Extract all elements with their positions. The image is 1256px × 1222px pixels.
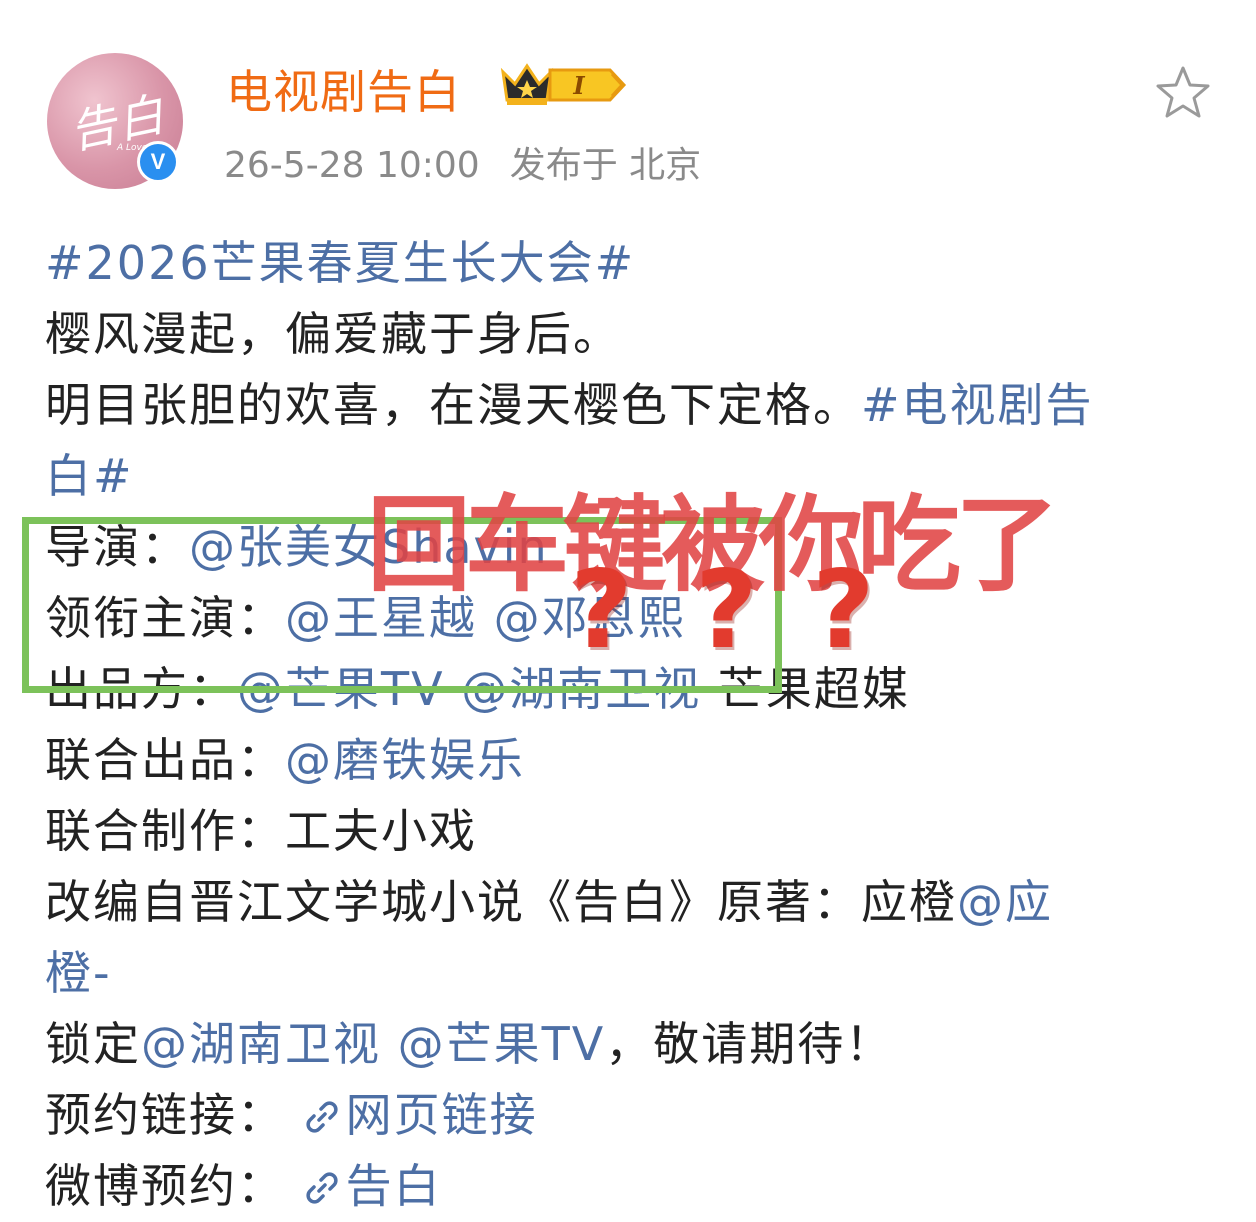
post-meta: 26-5-28 10:00 发布于 北京 [224,136,701,188]
verified-icon: V [137,141,179,183]
hashtag-link[interactable]: #电视剧告 [861,378,1094,432]
content-text: 工夫小戏 [285,804,477,858]
level-badge-icon: I [548,68,627,102]
mention-link[interactable]: @应 [957,875,1053,929]
field-label: 联合制作： [45,804,285,858]
mention-link[interactable]: @磨铁娱乐 [285,733,525,787]
field-label: 联合出品： [45,733,285,787]
mention-link[interactable]: @芒果TV [398,1017,606,1071]
hashtag-link[interactable]: #2026芒果春夏生长大会# [45,236,635,290]
hashtag-link[interactable]: 白# [45,449,134,503]
link-icon [306,1172,338,1204]
mention-link[interactable]: 橙- [45,946,112,1000]
mention-link[interactable]: @湖南卫视 [141,1017,381,1071]
content-text: 樱风漫起，偏爱藏于身后。 [45,307,621,361]
post-content: #2026芒果春夏生长大会# 樱风漫起，偏爱藏于身后。 明目张胆的欢喜，在漫天樱… [45,228,1225,1222]
level-badge-label: I [572,71,585,100]
weibo-booking-label: 告白 [345,1159,442,1213]
field-label: 微博预约： [45,1159,285,1213]
link-icon [306,1101,338,1133]
web-link[interactable]: 网页链接 [302,1088,538,1142]
weibo-booking-link[interactable]: 告白 [302,1159,442,1213]
username[interactable]: 电视剧告白 [226,56,461,122]
content-text: 改编自晋江文学城小说《告白》原著：应橙 [45,875,957,929]
question-mark-annotation: ? [570,548,633,673]
location: 发布于 北京 [509,145,702,186]
question-mark-annotation: ? [695,548,758,673]
question-mark-annotation: ? [812,548,875,673]
timestamp: 26-5-28 10:00 [224,145,480,186]
field-label: 预约链接： [45,1088,285,1142]
web-link-label: 网页链接 [345,1088,538,1142]
field-label: 锁定 [45,1017,141,1071]
star-icon[interactable] [1154,64,1212,122]
content-text: ，敬请期待！ [605,1017,894,1071]
content-text: 明目张胆的欢喜，在漫天樱色下定格。 [45,378,861,432]
